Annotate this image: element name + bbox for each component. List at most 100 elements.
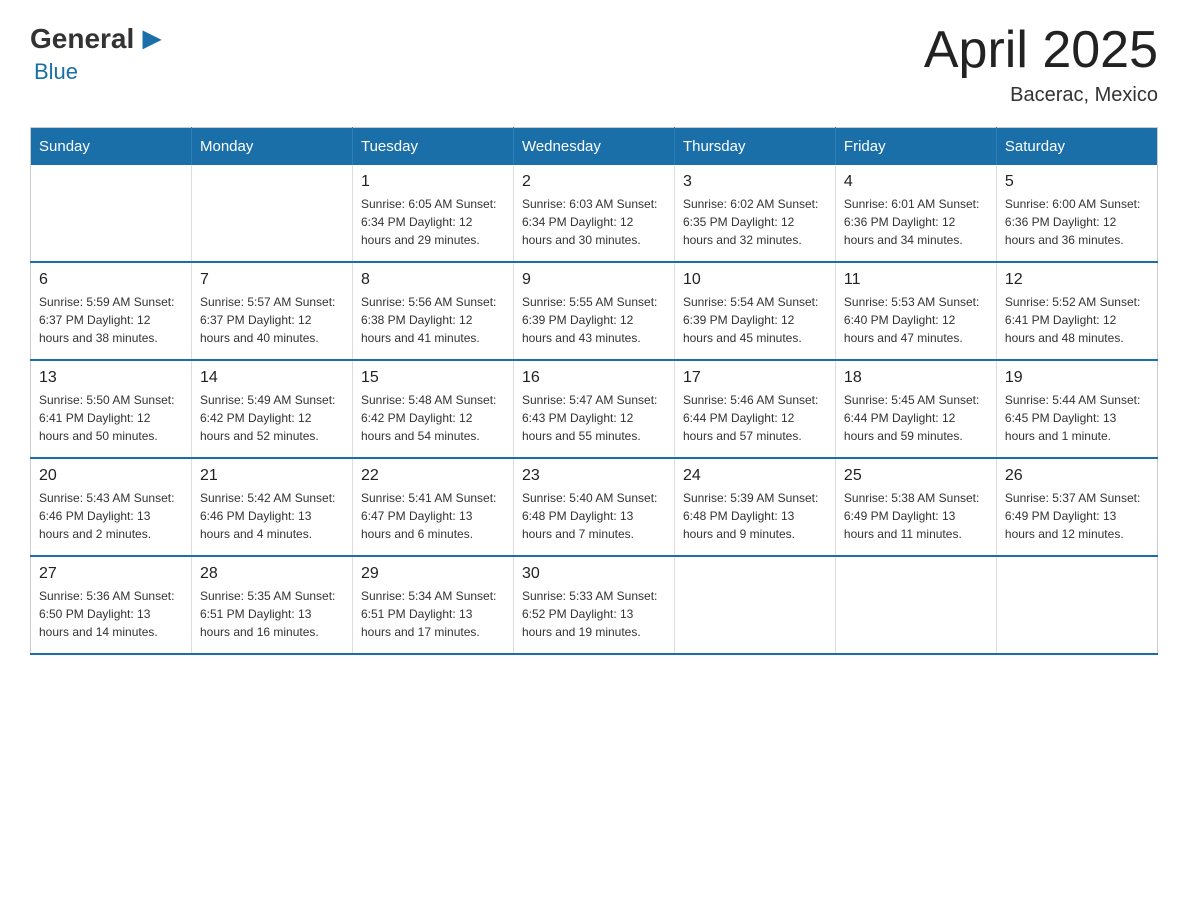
calendar-cell <box>996 556 1157 654</box>
day-number: 28 <box>200 565 344 583</box>
calendar-cell: 28 Sunrise: 5:35 AM Sunset: 6:51 PM Dayli… <box>191 556 352 654</box>
calendar-cell: 22 Sunrise: 5:41 AM Sunset: 6:47 PM Dayli… <box>352 458 513 556</box>
logo-arrow-icon: ► <box>136 20 168 57</box>
calendar-table: SundayMondayTuesdayWednesdayThursdayFrid… <box>30 127 1158 655</box>
day-info: Sunrise: 6:03 AM Sunset: 6:34 PM Dayligh… <box>522 195 666 249</box>
day-number: 16 <box>522 369 666 387</box>
day-info: Sunrise: 6:00 AM Sunset: 6:36 PM Dayligh… <box>1005 195 1149 249</box>
day-info: Sunrise: 5:56 AM Sunset: 6:38 PM Dayligh… <box>361 293 505 347</box>
day-number: 9 <box>522 271 666 289</box>
calendar-cell: 8Sunrise: 5:56 AM Sunset: 6:38 PM Daylig… <box>352 262 513 360</box>
calendar-cell: 6 Sunrise: 5:59 AM Sunset: 6:37 PM Daylig… <box>31 262 192 360</box>
day-of-week-header: Wednesday <box>513 128 674 166</box>
day-info: Sunrise: 6:02 AM Sunset: 6:35 PM Dayligh… <box>683 195 827 249</box>
day-info: Sunrise: 5:41 AM Sunset: 6:47 PM Dayligh… <box>361 489 505 543</box>
day-number: 19 <box>1005 369 1149 387</box>
calendar-week-row: 1 Sunrise: 6:05 AM Sunset: 6:34 PM Daylig… <box>31 165 1158 262</box>
logo-general-text: General <box>30 23 134 55</box>
day-number: 2 <box>522 173 666 191</box>
day-number: 22 <box>361 467 505 485</box>
calendar-cell: 4 Sunrise: 6:01 AM Sunset: 6:36 PM Daylig… <box>835 165 996 262</box>
day-info: Sunrise: 5:35 AM Sunset: 6:51 PM Dayligh… <box>200 587 344 641</box>
day-info: Sunrise: 5:33 AM Sunset: 6:52 PM Dayligh… <box>522 587 666 641</box>
day-info: Sunrise: 5:55 AM Sunset: 6:39 PM Dayligh… <box>522 293 666 347</box>
day-number: 15 <box>361 369 505 387</box>
day-number: 7 <box>200 271 344 289</box>
calendar-cell: 5 Sunrise: 6:00 AM Sunset: 6:36 PM Daylig… <box>996 165 1157 262</box>
day-of-week-header: Monday <box>191 128 352 166</box>
day-number: 14 <box>200 369 344 387</box>
page-header: General ► Blue April 2025 Bacerac, Mexic… <box>30 20 1158 107</box>
day-info: Sunrise: 5:48 AM Sunset: 6:42 PM Dayligh… <box>361 391 505 445</box>
day-info: Sunrise: 5:34 AM Sunset: 6:51 PM Dayligh… <box>361 587 505 641</box>
day-info: Sunrise: 5:46 AM Sunset: 6:44 PM Dayligh… <box>683 391 827 445</box>
day-of-week-header: Friday <box>835 128 996 166</box>
calendar-week-row: 6 Sunrise: 5:59 AM Sunset: 6:37 PM Daylig… <box>31 262 1158 360</box>
day-info: Sunrise: 5:42 AM Sunset: 6:46 PM Dayligh… <box>200 489 344 543</box>
calendar-cell: 2 Sunrise: 6:03 AM Sunset: 6:34 PM Daylig… <box>513 165 674 262</box>
day-of-week-header: Sunday <box>31 128 192 166</box>
logo: General ► Blue <box>30 20 170 85</box>
day-info: Sunrise: 5:43 AM Sunset: 6:46 PM Dayligh… <box>39 489 183 543</box>
day-info: Sunrise: 5:37 AM Sunset: 6:49 PM Dayligh… <box>1005 489 1149 543</box>
calendar-week-row: 13 Sunrise: 5:50 AM Sunset: 6:41 PM Dayli… <box>31 360 1158 458</box>
day-info: Sunrise: 5:47 AM Sunset: 6:43 PM Dayligh… <box>522 391 666 445</box>
day-number: 4 <box>844 173 988 191</box>
calendar-cell: 27 Sunrise: 5:36 AM Sunset: 6:50 PM Dayli… <box>31 556 192 654</box>
day-number: 23 <box>522 467 666 485</box>
calendar-cell <box>191 165 352 262</box>
calendar-cell: 1 Sunrise: 6:05 AM Sunset: 6:34 PM Daylig… <box>352 165 513 262</box>
day-number: 12 <box>1005 271 1149 289</box>
calendar-cell <box>31 165 192 262</box>
days-of-week-row: SundayMondayTuesdayWednesdayThursdayFrid… <box>31 128 1158 166</box>
calendar-subtitle: Bacerac, Mexico <box>924 84 1158 107</box>
calendar-cell: 9 Sunrise: 5:55 AM Sunset: 6:39 PM Daylig… <box>513 262 674 360</box>
day-of-week-header: Tuesday <box>352 128 513 166</box>
day-info: Sunrise: 5:57 AM Sunset: 6:37 PM Dayligh… <box>200 293 344 347</box>
day-number: 6 <box>39 271 183 289</box>
day-number: 27 <box>39 565 183 583</box>
day-number: 20 <box>39 467 183 485</box>
calendar-cell: 10Sunrise: 5:54 AM Sunset: 6:39 PM Dayli… <box>674 262 835 360</box>
day-info: Sunrise: 5:44 AM Sunset: 6:45 PM Dayligh… <box>1005 391 1149 445</box>
day-info: Sunrise: 6:05 AM Sunset: 6:34 PM Dayligh… <box>361 195 505 249</box>
day-number: 1 <box>361 173 505 191</box>
day-info: Sunrise: 5:38 AM Sunset: 6:49 PM Dayligh… <box>844 489 988 543</box>
calendar-header: SundayMondayTuesdayWednesdayThursdayFrid… <box>31 128 1158 166</box>
day-number: 10 <box>683 271 827 289</box>
day-of-week-header: Thursday <box>674 128 835 166</box>
logo-blue-text: Blue <box>34 59 78 85</box>
day-number: 11 <box>844 271 988 289</box>
calendar-cell: 18 Sunrise: 5:45 AM Sunset: 6:44 PM Dayli… <box>835 360 996 458</box>
day-info: Sunrise: 5:50 AM Sunset: 6:41 PM Dayligh… <box>39 391 183 445</box>
day-info: Sunrise: 5:45 AM Sunset: 6:44 PM Dayligh… <box>844 391 988 445</box>
day-info: Sunrise: 5:53 AM Sunset: 6:40 PM Dayligh… <box>844 293 988 347</box>
calendar-week-row: 20 Sunrise: 5:43 AM Sunset: 6:46 PM Dayli… <box>31 458 1158 556</box>
day-number: 5 <box>1005 173 1149 191</box>
calendar-cell <box>835 556 996 654</box>
calendar-cell: 23 Sunrise: 5:40 AM Sunset: 6:48 PM Dayli… <box>513 458 674 556</box>
day-number: 26 <box>1005 467 1149 485</box>
day-number: 17 <box>683 369 827 387</box>
day-info: Sunrise: 5:52 AM Sunset: 6:41 PM Dayligh… <box>1005 293 1149 347</box>
day-number: 30 <box>522 565 666 583</box>
calendar-cell: 20 Sunrise: 5:43 AM Sunset: 6:46 PM Dayli… <box>31 458 192 556</box>
day-number: 29 <box>361 565 505 583</box>
calendar-cell: 30 Sunrise: 5:33 AM Sunset: 6:52 PM Dayli… <box>513 556 674 654</box>
day-info: Sunrise: 5:36 AM Sunset: 6:50 PM Dayligh… <box>39 587 183 641</box>
day-info: Sunrise: 6:01 AM Sunset: 6:36 PM Dayligh… <box>844 195 988 249</box>
day-info: Sunrise: 5:40 AM Sunset: 6:48 PM Dayligh… <box>522 489 666 543</box>
calendar-cell: 16 Sunrise: 5:47 AM Sunset: 6:43 PM Dayli… <box>513 360 674 458</box>
day-number: 18 <box>844 369 988 387</box>
calendar-title: April 2025 <box>924 20 1158 80</box>
calendar-cell: 24Sunrise: 5:39 AM Sunset: 6:48 PM Dayli… <box>674 458 835 556</box>
day-number: 13 <box>39 369 183 387</box>
day-info: Sunrise: 5:49 AM Sunset: 6:42 PM Dayligh… <box>200 391 344 445</box>
day-info: Sunrise: 5:59 AM Sunset: 6:37 PM Dayligh… <box>39 293 183 347</box>
calendar-cell: 26 Sunrise: 5:37 AM Sunset: 6:49 PM Dayli… <box>996 458 1157 556</box>
calendar-cell: 3Sunrise: 6:02 AM Sunset: 6:35 PM Daylig… <box>674 165 835 262</box>
calendar-cell: 25Sunrise: 5:38 AM Sunset: 6:49 PM Dayli… <box>835 458 996 556</box>
title-section: April 2025 Bacerac, Mexico <box>924 20 1158 107</box>
calendar-cell: 19 Sunrise: 5:44 AM Sunset: 6:45 PM Dayli… <box>996 360 1157 458</box>
day-number: 21 <box>200 467 344 485</box>
